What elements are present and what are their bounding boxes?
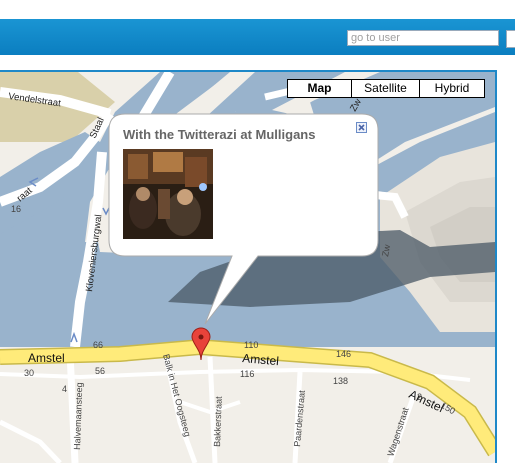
map-type-satellite-button[interactable]: Satellite: [351, 80, 419, 97]
top-bar: [0, 19, 515, 55]
label-amstel-1: Amstel: [28, 351, 65, 365]
label-116: 116: [240, 369, 254, 379]
map-type-control: Map Satellite Hybrid: [287, 79, 485, 98]
label-66: 66: [93, 340, 103, 350]
label-56: 56: [95, 366, 105, 376]
label-zw-side: Zw: [380, 243, 392, 257]
go-to-user-input[interactable]: [347, 30, 499, 46]
label-138: 138: [333, 376, 348, 386]
label-110: 110: [244, 340, 258, 350]
label-bakkerstraat: Bakkerstraat: [212, 396, 224, 447]
map-frame[interactable]: Vendelstraat Staal raat 16 Zw Kloveniers…: [0, 70, 497, 463]
go-to-user-button[interactable]: [506, 30, 515, 48]
map-type-map-button[interactable]: Map: [288, 80, 351, 97]
map-type-hybrid-button[interactable]: Hybrid: [419, 80, 484, 97]
map-canvas[interactable]: Vendelstraat Staal raat 16 Zw Kloveniers…: [0, 72, 495, 463]
marker-dot: [198, 334, 204, 340]
label-30: 30: [24, 368, 34, 378]
label-16: 16: [11, 204, 21, 214]
label-2: 2: [417, 392, 422, 402]
label-146: 146: [336, 349, 351, 359]
label-4: 4: [62, 384, 67, 394]
